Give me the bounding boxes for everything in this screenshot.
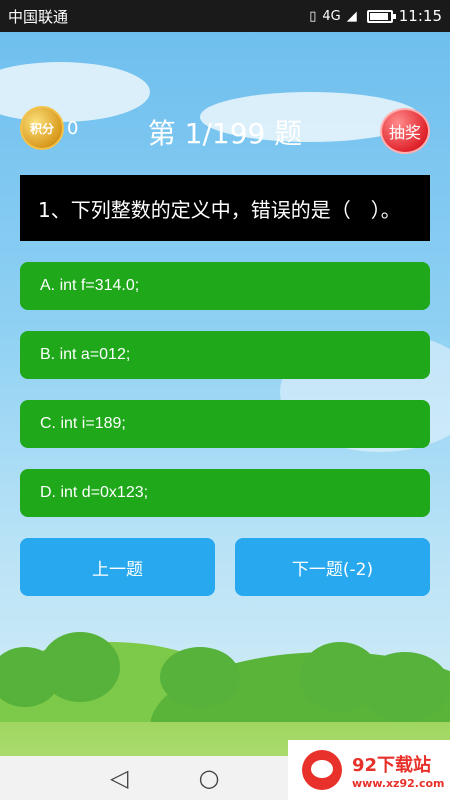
carrier-label: 中国联通 bbox=[8, 7, 69, 26]
vibrate-icon: ▯ bbox=[309, 8, 317, 24]
back-icon[interactable]: ◁ bbox=[110, 764, 128, 792]
option-b-label: B. int a=012; bbox=[40, 346, 131, 363]
lottery-button[interactable]: 抽奖 bbox=[380, 108, 430, 154]
option-a-button[interactable]: A. int f=314.0; bbox=[20, 262, 430, 310]
network-label: 4G bbox=[322, 8, 341, 24]
question-text: 1、下列整数的定义中，错误的是（ ）。 bbox=[38, 197, 401, 222]
clock: 11:15 bbox=[398, 7, 442, 25]
option-d-button[interactable]: D. int d=0x123; bbox=[20, 469, 430, 517]
status-icons: ▯ 4G ◢ 11:15 bbox=[309, 7, 442, 25]
watermark-text: 92下载站 www.xz92.com bbox=[352, 751, 445, 790]
signal-icon: ◢ bbox=[346, 8, 357, 24]
quiz-header: 积分 0 第 1/199 题 抽奖 bbox=[0, 100, 450, 160]
option-c-label: C. int i=189; bbox=[40, 415, 126, 432]
watermark: 92下载站 www.xz92.com bbox=[288, 740, 450, 800]
option-c-button[interactable]: C. int i=189; bbox=[20, 400, 430, 448]
next-question-button[interactable]: 下一题(-2) bbox=[235, 538, 430, 596]
next-question-label: 下一题(-2) bbox=[291, 559, 374, 580]
home-icon[interactable]: ○ bbox=[198, 764, 219, 792]
lottery-label: 抽奖 bbox=[388, 123, 421, 142]
previous-question-label: 上一题 bbox=[92, 559, 143, 580]
option-d-label: D. int d=0x123; bbox=[40, 484, 149, 501]
status-bar: 中国联通 ▯ 4G ◢ 11:15 bbox=[0, 0, 450, 32]
watermark-logo-icon bbox=[302, 750, 342, 790]
option-a-label: A. int f=314.0; bbox=[40, 277, 140, 294]
previous-question-button[interactable]: 上一题 bbox=[20, 538, 215, 596]
battery-icon bbox=[366, 9, 396, 23]
watermark-title: 92下载站 bbox=[352, 754, 432, 776]
option-b-button[interactable]: B. int a=012; bbox=[20, 331, 430, 379]
watermark-url: www.xz92.com bbox=[352, 776, 445, 790]
question-box: 1、下列整数的定义中，错误的是（ ）。 bbox=[20, 175, 430, 241]
